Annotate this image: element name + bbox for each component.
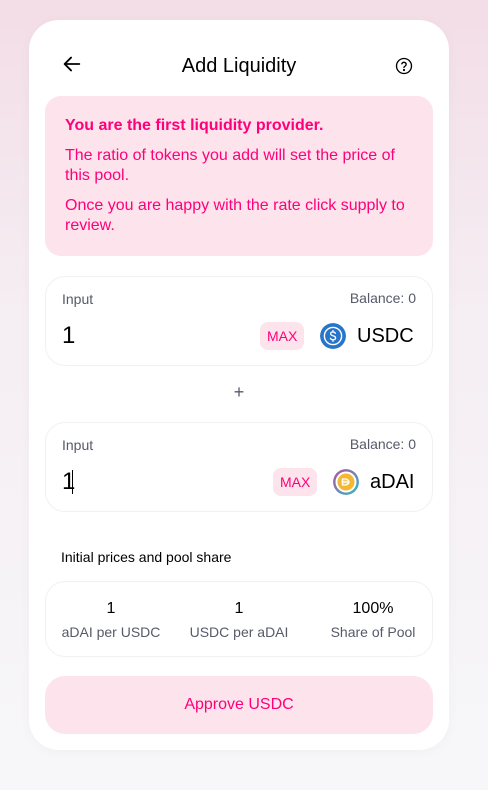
token-symbol: USDC	[357, 325, 414, 347]
pool-share-value: 100%	[352, 600, 394, 617]
prices-panel: 1 aDAI per USDC 1 USDC per aDAI 100% Sha…	[45, 581, 433, 657]
header: Add Liquidity	[29, 20, 449, 96]
input-label: Input	[62, 437, 94, 453]
max-button[interactable]: MAX	[260, 322, 305, 350]
pool-share-label: Share of Pool	[330, 624, 416, 640]
notice-heading: You are the first liquidity provider.	[65, 117, 324, 134]
page-title: Add Liquidity	[181, 55, 297, 77]
text-cursor	[72, 470, 73, 494]
input-label: Input	[62, 291, 94, 307]
currency-input-panel: Input Balance: 0 MAX aDAI	[45, 422, 433, 512]
price-item: 1 aDAI per USDC	[46, 600, 176, 640]
price-item: 1 USDC per aDAI	[174, 600, 304, 640]
notice-text: The ratio of tokens you add will set the…	[65, 147, 395, 184]
price-value: 1	[106, 600, 116, 617]
balance-label: Balance: 0	[349, 290, 416, 306]
question-circle-icon[interactable]	[395, 57, 413, 75]
usdc-icon	[320, 323, 346, 349]
adai-icon	[333, 469, 359, 495]
token-symbol: aDAI	[370, 471, 415, 493]
price-value: 1	[234, 600, 244, 617]
notice-text: Once you are happy with the rate click s…	[65, 197, 405, 234]
price-item: 100% Share of Pool	[308, 600, 438, 640]
balance-label: Balance: 0	[349, 436, 416, 452]
amount-input[interactable]	[62, 467, 212, 497]
amount-input[interactable]	[62, 321, 212, 351]
add-liquidity-card: Add Liquidity You are the first liquidit…	[29, 20, 449, 750]
first-provider-notice: You are the first liquidity provider. Th…	[45, 96, 433, 256]
price-label: aDAI per USDC	[61, 624, 161, 640]
approve-button[interactable]: Approve USDC	[45, 676, 433, 734]
currency-input-panel: Input Balance: 0 MAX USDC	[45, 276, 433, 366]
max-button[interactable]: MAX	[273, 468, 318, 496]
prices-section-title: Initial prices and pool share	[61, 549, 232, 565]
price-label: USDC per aDAI	[189, 624, 289, 640]
plus-icon: +	[233, 382, 245, 402]
